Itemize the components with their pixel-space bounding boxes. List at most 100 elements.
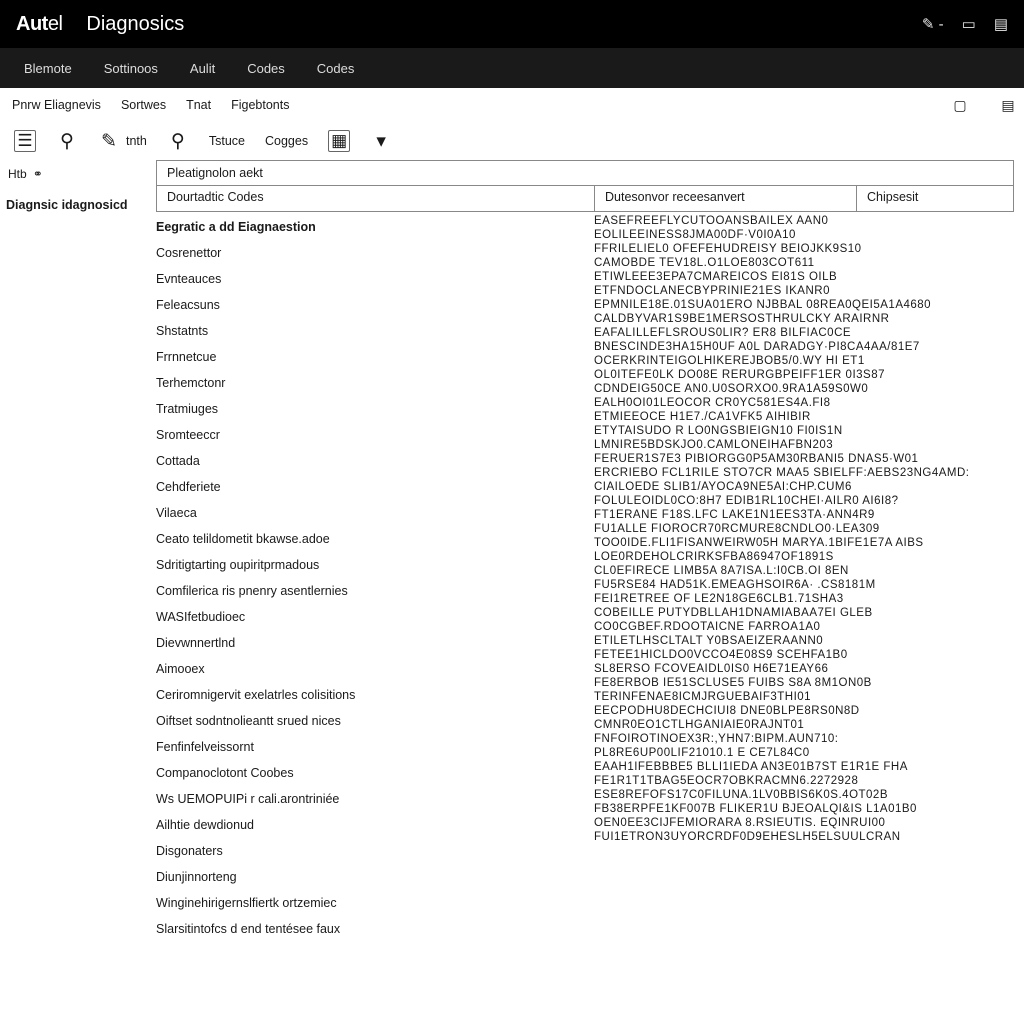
data-row: FOLULEOIDL0CO:8H7 EDIB1RL10CHEI·AILR0 AI…: [594, 494, 1014, 508]
nav-item-0[interactable]: Blemote: [8, 48, 88, 88]
list-item[interactable]: Vilaeca: [156, 500, 594, 526]
list-item[interactable]: Winginehirigernslfiertk ortzemiec: [156, 890, 594, 916]
list-item[interactable]: Oiftset sodntnolieantt srued nices: [156, 708, 594, 734]
list-item[interactable]: Frrnnetcue: [156, 344, 594, 370]
tool-7[interactable]: ▾: [362, 126, 400, 156]
col-header-1[interactable]: Dourtadtic Codes: [157, 186, 595, 211]
list-item[interactable]: Fenfinfelveissornt: [156, 734, 594, 760]
data-row: BNESCINDE3HA15H0UF A0L DARADGY·PI8CA4AA/…: [594, 340, 1014, 354]
edit-icon[interactable]: ✎ -: [922, 15, 944, 33]
data-row: CDNDEIG50CE AN0.U0SORXO0.9RA1A59S0W0: [594, 382, 1014, 396]
data-row: LMNIRE5BDSKJO0.CAMLONEIHAFBN203: [594, 438, 1014, 452]
side-top-label: Htb: [8, 167, 27, 181]
data-row: CO0CGBEF.RDOOTAICNE FARROA1A0: [594, 620, 1014, 634]
tool-5[interactable]: Cogges: [257, 130, 316, 152]
data-row: FU1ALLE FIOROCR70RCMURE8CNDLO0·LEA309: [594, 522, 1014, 536]
list-item[interactable]: Comfilerica ris pnenry asentlernies: [156, 578, 594, 604]
data-grid: Eegratic a dd EiagnaestionCosrenettorEvn…: [156, 214, 1014, 942]
tool-icon-0: ☰: [14, 130, 36, 152]
link-icon[interactable]: ⚭: [33, 167, 43, 181]
tool-0[interactable]: ☰: [6, 126, 44, 156]
tool-4[interactable]: Tstuce: [201, 130, 253, 152]
list-item[interactable]: Cehdferiete: [156, 474, 594, 500]
col-header-3[interactable]: Chipsesit: [857, 186, 1013, 211]
header-icon-1[interactable]: ▤: [994, 91, 1022, 119]
list-item[interactable]: Cottada: [156, 448, 594, 474]
nav-item-2[interactable]: Aulit: [174, 48, 231, 88]
list-item[interactable]: Dievwnnertlnd: [156, 630, 594, 656]
tool-2[interactable]: ✎tnth: [90, 126, 155, 156]
header-icon-0[interactable]: ▢: [946, 91, 974, 119]
list-item[interactable]: Cosrenettor: [156, 240, 594, 266]
data-row: FEI1RETREE OF LE2N18GE6CLB1.71SHA3: [594, 592, 1014, 606]
list-item[interactable]: Disgonaters: [156, 838, 594, 864]
list-item[interactable]: Ws UEMOPUIPi r cali.arontriniée: [156, 786, 594, 812]
side-title[interactable]: Diagnsic idagnosicd: [0, 188, 156, 218]
tool-1[interactable]: ⚲: [48, 126, 86, 156]
side-top: Htb ⚭: [0, 160, 156, 188]
list-item[interactable]: Shstatnts: [156, 318, 594, 344]
sub-item-2[interactable]: Tnat: [176, 98, 221, 112]
list-item[interactable]: Ailhtie dewdionud: [156, 812, 594, 838]
list-item[interactable]: Aimooex: [156, 656, 594, 682]
list-item[interactable]: Feleacsuns: [156, 292, 594, 318]
sub-item-1[interactable]: Sortwes: [111, 98, 176, 112]
window-icon[interactable]: ▭: [962, 15, 976, 33]
nav-item-4[interactable]: Codes: [301, 48, 371, 88]
data-row: CIAILOEDE SLIB1/AYOCA9NE5AI:CHP.CUM6: [594, 480, 1014, 494]
tab-strip[interactable]: Pleatignolon aekt: [156, 160, 1014, 186]
tool-3[interactable]: ⚲: [159, 126, 197, 156]
data-row: ETIWLEEE3EPA7CMAREICOS EI81S OILB: [594, 270, 1014, 284]
list-item[interactable]: Diunjinnorteng: [156, 864, 594, 890]
data-row: EAFALILLEFLSROUS0LIR? ER8 BILFIAC0CE: [594, 326, 1014, 340]
data-row: EASEFREEFLYCUTOOANSBAILEX AAN0: [594, 214, 1014, 228]
list-item[interactable]: Sromteeccr: [156, 422, 594, 448]
tool-6[interactable]: ▦: [320, 126, 358, 156]
nav-item-1[interactable]: Sottinoos: [88, 48, 174, 88]
panel-icon[interactable]: ▤: [994, 15, 1008, 33]
tool-icon-6: ▦: [328, 130, 350, 152]
list-item[interactable]: Slarsitintofcs d end tentésee faux: [156, 916, 594, 942]
data-row: FU5RSE84 HAD51K.EMEAGHSOIR6A· .CS8181M: [594, 578, 1014, 592]
list-item[interactable]: Terhemctonr: [156, 370, 594, 396]
data-row: ETMIEEOCE H1E7./CA1VFK5 AIHIBIR: [594, 410, 1014, 424]
data-row: EECPODHU8DECHCIUI8 DNE0BLPE8RS0N8D: [594, 704, 1014, 718]
data-row: LOE0RDEHOLCRIRKSFBA86947OF1891S: [594, 550, 1014, 564]
list-item[interactable]: Evnteauces: [156, 266, 594, 292]
data-row: FT1ERANE F18S.LFC LAKE1N1EES3TA·ANN4R9: [594, 508, 1014, 522]
data-row: CAMOBDE TEV18L.O1LOE803COT611: [594, 256, 1014, 270]
data-row: TERINFENAE8ICMJRGUEBAIF3THI01: [594, 690, 1014, 704]
tool-label-2: tnth: [126, 134, 147, 148]
app-title: Diagnosics: [86, 13, 184, 36]
data-row: FFRILELIEL0 OFEFEHUDREISY BEIOJKK9S10: [594, 242, 1014, 256]
sub-item-0[interactable]: Pnrw Eliagnevis: [2, 98, 111, 112]
list-item[interactable]: WASIfetbudioec: [156, 604, 594, 630]
data-row: CL0EFIRECE LIMB5A 8A7ISA.L:I0CB.OI 8EN: [594, 564, 1014, 578]
col-header-2[interactable]: Dutesonvor receesanvert: [595, 186, 857, 211]
data-row: FE1R1T1TBAG5EOCR7OBKRACMN6.2272928: [594, 774, 1014, 788]
content: Pleatignolon aekt Dourtadtic Codes Dutes…: [156, 160, 1024, 942]
list-item[interactable]: Ceriromnigervit exelatrles colisitions: [156, 682, 594, 708]
data-row: FETEE1HICLDO0VCCO4E08S9 SCEHFA1B0: [594, 648, 1014, 662]
data-row: EALH0OI01LEOCOR CR0YC581ES4A.FI8: [594, 396, 1014, 410]
list-item[interactable]: Tratmiuges: [156, 396, 594, 422]
data-row: OCERKRINTEIGOLHIKEREJBOB5/0.WY HI ET1: [594, 354, 1014, 368]
toolbar: ☰⚲✎tnth⚲TstuceCogges▦▾: [0, 122, 1024, 160]
right-column: EASEFREEFLYCUTOOANSBAILEX AAN0EOLILEEINE…: [594, 214, 1014, 942]
list-item[interactable]: Eegratic a dd Eiagnaestion: [156, 214, 594, 240]
top-bar: Autel Diagnosics ✎ - ▭ ▤: [0, 0, 1024, 48]
data-row: OEN0EE3CIJFEMIORARA 8.RSIEUTIS. EQINRUI0…: [594, 816, 1014, 830]
data-row: CALDBYVAR1S9BE1MERSOSTHRULCKY ARAIRNR: [594, 312, 1014, 326]
sub-item-3[interactable]: Figebtonts: [221, 98, 299, 112]
brand: Autel: [16, 13, 62, 36]
data-row: EPMNILE18E.01SUA01ERO NJBBAL 08REA0QEI5A…: [594, 298, 1014, 312]
data-row: ESE8REFOFS17C0FILUNA.1LV0BBIS6K0S.4OT02B: [594, 788, 1014, 802]
data-row: ETILETLHSCLTALT Y0BSAEIZERAANN0: [594, 634, 1014, 648]
sub-header: Pnrw Eliagnevis Sortwes Tnat Figebtonts …: [0, 88, 1024, 122]
tool-icon-3: ⚲: [167, 130, 189, 152]
list-item[interactable]: Companoclotont Coobes: [156, 760, 594, 786]
list-item[interactable]: Ceato telildometit bkawse.adoe: [156, 526, 594, 552]
list-item[interactable]: Sdritigtarting oupiritprmadous: [156, 552, 594, 578]
nav-item-3[interactable]: Codes: [231, 48, 301, 88]
data-row: FB38ERPFE1KF007B FLIKER1U BJEOALQI&IS L1…: [594, 802, 1014, 816]
